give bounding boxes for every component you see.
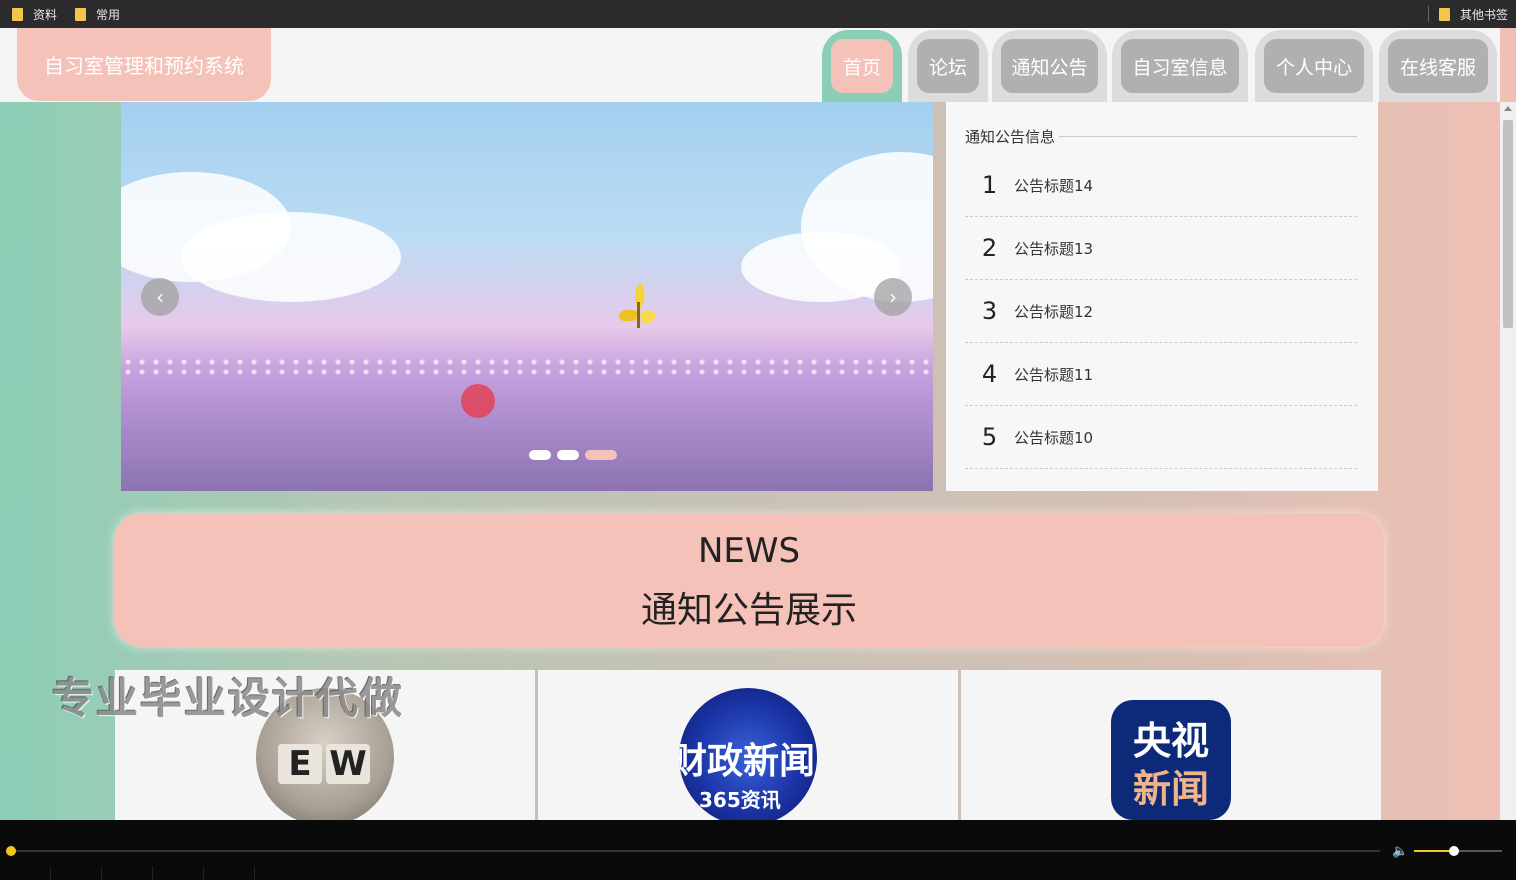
nav-forum-label: 论坛 [917,39,979,93]
other-bookmarks-label: 其他书签 [1459,7,1508,22]
carousel-dot[interactable] [557,450,579,460]
image-text: E [278,744,322,784]
progress-knob[interactable] [6,846,16,856]
notice-panel: 通知公告信息 1 公告标题14 2 公告标题13 3 公告标题12 4 公告标题… [946,102,1378,491]
chevron-left-icon: ‹ [156,285,164,309]
carousel-dot[interactable] [529,450,551,460]
nav-study-room-info-label: 自习室信息 [1121,39,1239,93]
video-player-controls: 🔈 [0,820,1516,880]
news-heading-en: NEWS [697,531,801,571]
news-section-banner: NEWS 通知公告展示 [114,513,1384,647]
notice-title: 公告标题14 [1014,176,1094,195]
notice-title: 公告标题11 [1014,365,1094,384]
image-text: W [326,744,370,784]
site-title: 自习室管理和预约系统 [17,28,271,101]
image-text: 央视 [1132,719,1209,763]
video-progress-bar[interactable] [6,846,1380,856]
heading-divider [1059,136,1357,137]
notice-number: 5 [981,423,998,451]
notice-item[interactable]: 3 公告标题12 [965,280,1357,343]
bookmark-separator [1427,6,1429,22]
notice-number: 3 [981,297,998,325]
notice-number: 2 [981,234,998,262]
bookmark-label: 常用 [96,7,121,22]
notice-item[interactable]: 2 公告标题13 [965,217,1357,280]
scroll-thumb[interactable] [1503,120,1513,328]
nav-forum[interactable]: 论坛 [908,30,988,102]
bookmark-changyong[interactable]: 常用 [75,6,120,23]
carousel-indicators [529,447,617,463]
banner-carousel[interactable]: ‹ › [121,102,933,491]
nav-notices-label: 通知公告 [1001,39,1098,93]
player-segment [51,866,102,880]
nav-notices[interactable]: 通知公告 [992,30,1107,102]
volume-slider[interactable] [1414,846,1502,856]
notice-number: 4 [981,360,998,388]
nav-study-room-info[interactable]: 自习室信息 [1112,30,1248,102]
player-segment [0,866,51,880]
player-segment [204,866,255,880]
notice-item[interactable]: 5 公告标题10 [965,406,1357,469]
mouse-cursor-highlight [461,384,495,418]
image-text: 365资讯 [699,788,781,812]
player-bottom-bar [0,866,1516,880]
cctv-news-logo: 央视 新闻 [1111,700,1231,820]
carousel-next-button[interactable]: › [874,278,912,316]
image-text: 财政新闻 [679,741,816,782]
carousel-prev-button[interactable]: ‹ [141,278,179,316]
notice-title: 公告标题12 [1014,302,1094,321]
notice-title: 公告标题10 [1014,428,1094,447]
site-header: 自习室管理和预约系统 首页 论坛 通知公告 自习室信息 个人中心 在线客服 [0,28,1500,102]
notice-title: 公告标题13 [1014,239,1094,258]
notice-number: 1 [981,171,998,199]
folder-icon [1438,7,1450,21]
scroll-up-arrow-icon[interactable] [1504,106,1512,111]
news-heading-cn: 通知公告展示 [640,590,857,631]
page-scrollbar[interactable] [1500,102,1516,820]
volume-fill [1414,850,1454,852]
news-card[interactable]: 财政新闻 365资讯 [538,670,958,820]
image-text: 新闻 [1132,767,1209,811]
notice-item[interactable]: 4 公告标题11 [965,343,1357,406]
other-bookmarks[interactable]: 其他书签 [1427,0,1508,28]
nav-home-label: 首页 [831,39,893,93]
notice-item[interactable]: 1 公告标题14 [965,154,1357,217]
chevron-right-icon: › [889,285,897,309]
nav-personal-center-label: 个人中心 [1264,39,1364,93]
volume-knob[interactable] [1448,846,1459,856]
player-segment [102,866,153,880]
page-viewport: 自习室管理和预约系统 首页 论坛 通知公告 自习室信息 个人中心 在线客服 ‹ … [0,28,1516,820]
nav-online-service[interactable]: 在线客服 [1379,30,1497,102]
notice-heading-text: 通知公告信息 [965,128,1056,146]
bookmarks-bar: 资料 常用 其他书签 [0,0,1516,28]
carousel-dot-active[interactable] [585,450,617,460]
volume-icon[interactable]: 🔈 [1392,844,1408,859]
bookmark-ziliao[interactable]: 资料 [12,6,57,23]
cloud-decoration [181,212,401,302]
watermark-text: 专业毕业设计代做 [52,674,405,723]
lavender-field [121,357,933,377]
news-card-image: 财政新闻 365资讯 [679,688,817,820]
butterfly-image [618,283,656,328]
news-card[interactable]: 央视 新闻 [961,670,1381,820]
nav-online-service-label: 在线客服 [1388,39,1488,93]
notice-panel-heading: 通知公告信息 [965,126,1357,147]
player-segment [153,866,204,880]
folder-icon [12,7,23,21]
bookmark-label: 资料 [33,7,58,22]
folder-icon [75,7,87,21]
nav-home[interactable]: 首页 [822,30,902,102]
nav-personal-center[interactable]: 个人中心 [1255,30,1373,102]
